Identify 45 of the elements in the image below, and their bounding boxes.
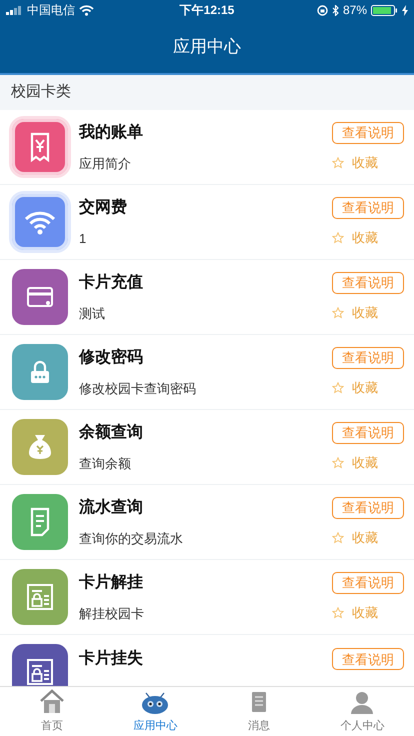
tab-bar-item[interactable]: 首页 [0, 687, 104, 736]
app-title: 修改密码 [79, 347, 144, 368]
wifi-icon [79, 4, 94, 16]
tab-bar-item[interactable]: 个人中心 [310, 687, 414, 736]
view-description-button[interactable]: 查看说明 [332, 196, 404, 219]
view-description-button[interactable]: 查看说明 [332, 422, 404, 444]
app-description: 修改校园卡查询密码 [79, 380, 197, 398]
view-description-button[interactable]: 查看说明 [332, 496, 404, 519]
view-description-button[interactable]: 查看说明 [332, 572, 404, 594]
view-description-button[interactable]: 查看说明 [332, 122, 404, 144]
app-description: 查询余额 [79, 454, 132, 473]
favorite-button[interactable]: 收藏 [332, 228, 378, 248]
section-header: 校园卡类 [11, 82, 71, 102]
battery-percent: 87% [342, 2, 368, 19]
favorite-button[interactable]: 收藏 [332, 452, 378, 472]
app-title: 流水查询 [79, 497, 144, 518]
app-title: 余额查询 [79, 422, 144, 443]
battery-icon [371, 4, 398, 16]
tab-bar-item[interactable]: 应用中心 [104, 687, 207, 736]
app-title: 我的账单 [79, 122, 144, 143]
page-title: 应用中心 [173, 36, 241, 58]
app-title: 卡片解挂 [79, 572, 144, 593]
rotation-lock-icon [316, 4, 328, 16]
app-title: 卡片挂失 [79, 648, 144, 669]
signal-icon [6, 6, 23, 14]
view-description-button[interactable]: 查看说明 [332, 272, 404, 294]
status-time: 下午12:15 [180, 2, 234, 19]
favorite-button[interactable]: 收藏 [332, 378, 378, 398]
app-description: 应用简介 [79, 154, 132, 173]
bluetooth-icon [332, 4, 339, 16]
favorite-button[interactable]: 收藏 [332, 302, 378, 322]
carrier-name: 中国电信 [27, 2, 75, 19]
view-description-button[interactable]: 查看说明 [332, 346, 404, 369]
app-description: 1 [79, 230, 88, 248]
favorite-button[interactable]: 收藏 [332, 528, 378, 548]
app-description: 解挂校园卡 [79, 604, 145, 623]
favorite-button[interactable]: 收藏 [332, 152, 378, 172]
app-title: 卡片充值 [79, 272, 144, 293]
app-title: 交网费 [79, 197, 128, 218]
app-description: 测试 [79, 304, 106, 323]
view-description-button[interactable]: 查看说明 [332, 648, 404, 670]
favorite-button[interactable]: 收藏 [332, 602, 378, 622]
charging-icon [402, 4, 408, 16]
app-description: 查询你的交易流水 [79, 530, 184, 548]
tab-bar-item[interactable]: 消息 [207, 687, 310, 736]
